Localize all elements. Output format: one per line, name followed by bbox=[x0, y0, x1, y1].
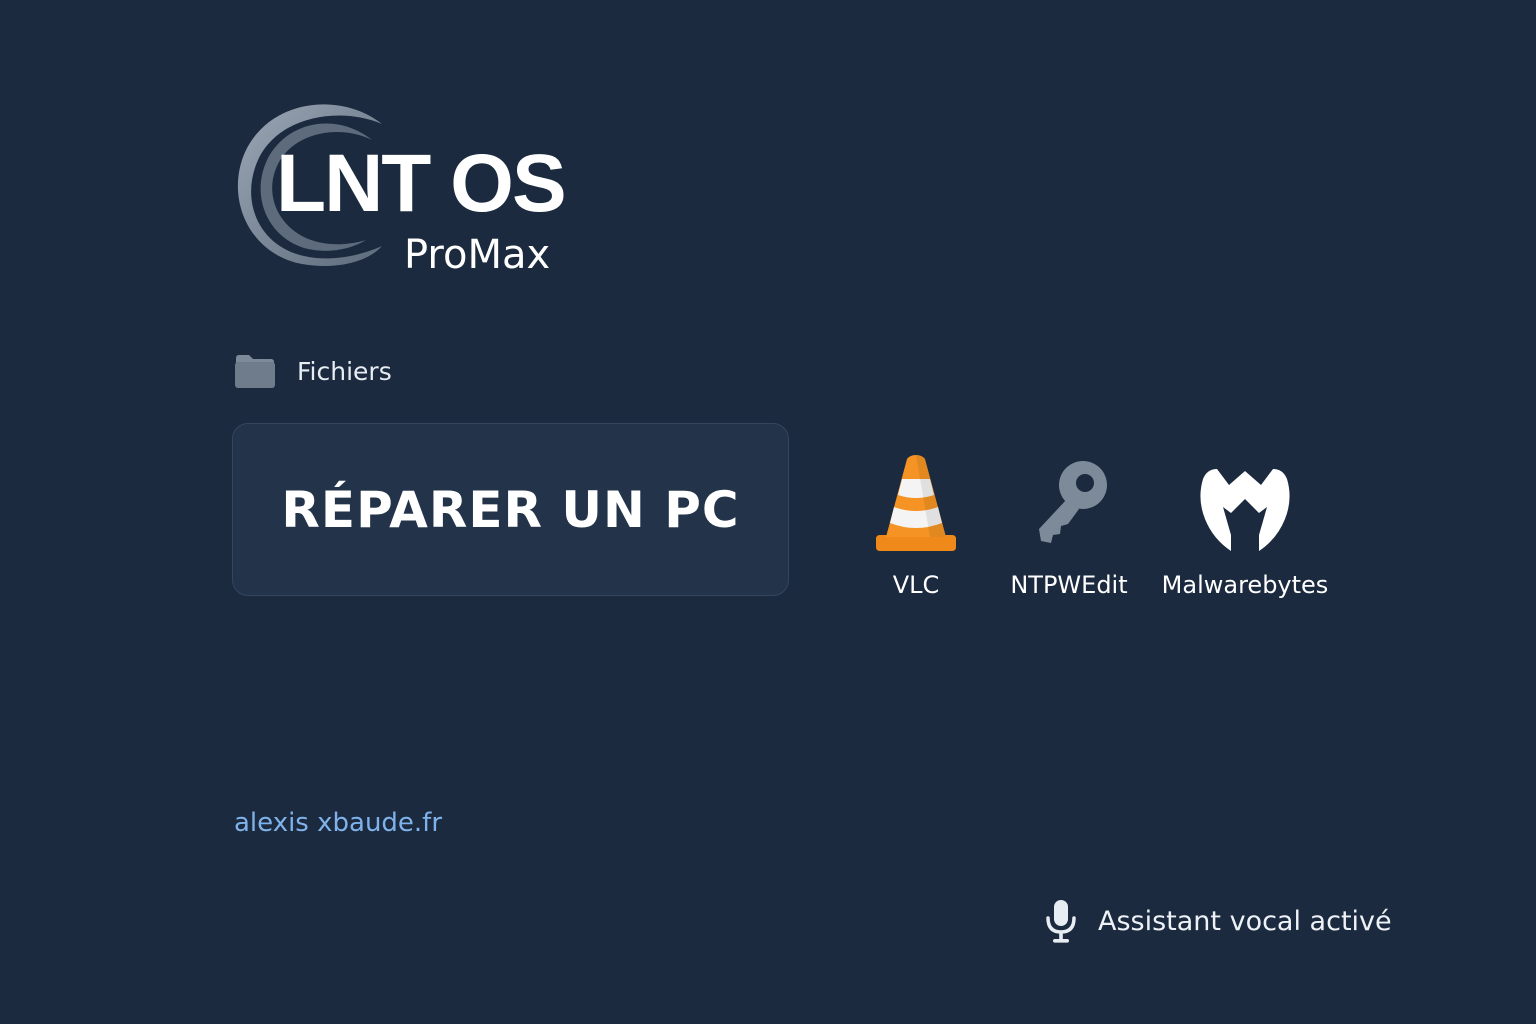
app-ntpwedit[interactable]: NTPWEdit bbox=[1003, 455, 1135, 599]
app-malwarebytes-label: Malwarebytes bbox=[1161, 571, 1329, 599]
app-ntpwedit-label: NTPWEdit bbox=[1010, 571, 1128, 599]
folder-icon bbox=[235, 355, 275, 388]
vlc-cone-icon bbox=[876, 455, 956, 551]
os-logo: LNT OS ProMax bbox=[232, 96, 602, 286]
files-shortcut[interactable]: Fichiers bbox=[233, 350, 392, 392]
files-label: Fichiers bbox=[297, 356, 392, 386]
app-vlc-label: VLC bbox=[892, 571, 940, 599]
os-edition: ProMax bbox=[404, 232, 551, 278]
app-vlc[interactable]: VLC bbox=[866, 455, 966, 599]
key-icon bbox=[1039, 461, 1107, 543]
voice-assistant-label: Assistant vocal activé bbox=[1098, 905, 1392, 937]
repair-pc-label: RÉPARER UN PC bbox=[281, 480, 740, 539]
voice-assistant-status[interactable]: Assistant vocal activé bbox=[1044, 896, 1392, 946]
repair-pc-button[interactable]: RÉPARER UN PC bbox=[232, 423, 789, 596]
app-malwarebytes[interactable]: Malwarebytes bbox=[1160, 455, 1330, 599]
website-link[interactable]: alexis xbaude.fr bbox=[234, 808, 442, 838]
malwarebytes-icon bbox=[1200, 469, 1290, 551]
os-name: LNT OS bbox=[276, 138, 567, 229]
microphone-icon bbox=[1046, 900, 1076, 943]
